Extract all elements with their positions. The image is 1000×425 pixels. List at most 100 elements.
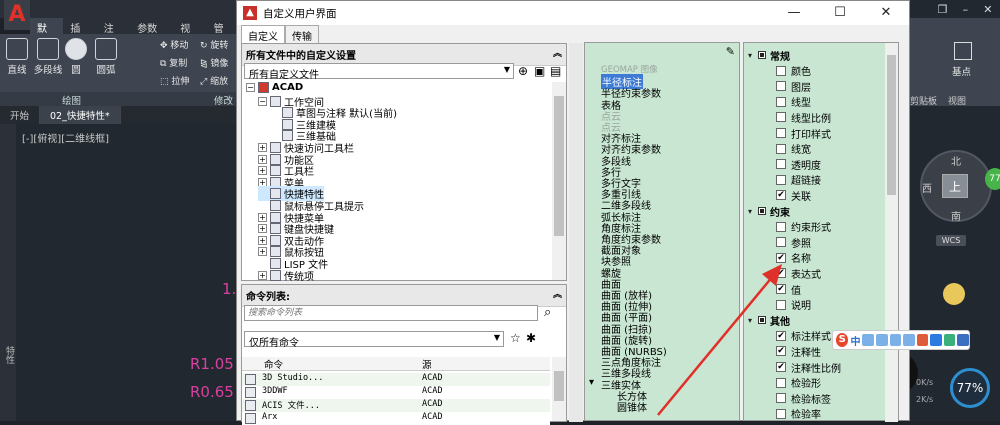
property-item[interactable]: 透明度 [744,156,884,172]
keyboard-icon[interactable] [903,334,915,346]
property-item[interactable]: 超链接 [744,172,884,188]
collapse-tree-icon[interactable]: − [246,83,255,92]
group-arrow-icon[interactable]: ▾ [748,51,758,60]
app-close-icon[interactable]: ✕ [983,3,992,16]
view-panel-title[interactable]: 视图 [948,94,966,107]
wcs-menu[interactable]: WCS [936,235,966,246]
draw-panel-title[interactable]: 绘图 [62,93,81,107]
autocad-logo[interactable]: A [4,0,30,30]
compass-south[interactable]: 南 [951,208,961,223]
property-item[interactable]: 图层 [744,78,884,94]
modify-panel-title[interactable]: 修改 [214,93,233,107]
tab-customize[interactable]: 自定义 [241,25,285,45]
property-item[interactable]: 打印样式 [744,125,884,141]
sogou-input-toolbar[interactable]: S 中 [832,330,970,350]
property-checkbox[interactable]: ✔ [776,190,786,201]
properties-sidebar[interactable]: 特性 [0,124,16,421]
clipboard-panel-title[interactable]: 剪贴板 [910,94,937,107]
tab-transfer[interactable]: 传输 [285,25,319,45]
app-minimize-icon[interactable]: – [963,3,969,16]
punctuation-icon[interactable] [862,334,875,346]
compass-west[interactable]: 西 [922,180,932,195]
rotate-tool[interactable]: ↻ 旋转 [200,38,228,51]
minimize-button[interactable]: — [771,1,817,25]
column-source[interactable]: 源 [422,357,522,371]
shirt-icon[interactable] [930,334,942,346]
search-icon[interactable]: ⌕ [544,305,551,320]
column-command[interactable]: 命令 [242,357,422,371]
wrench-icon[interactable] [957,334,969,346]
property-checkbox[interactable] [776,159,786,170]
property-item[interactable]: 线型 [744,94,884,110]
edit-list-icon[interactable]: ✎ [726,45,735,58]
maximize-button[interactable]: ☐ [817,1,863,25]
command-search-input[interactable] [244,305,538,321]
table-row[interactable]: 3D Studio... ACAD [242,373,550,386]
property-checkbox[interactable] [776,128,786,138]
tree-scrollbar[interactable] [552,82,566,280]
property-item[interactable]: 线宽 [744,141,884,157]
property-checkbox[interactable] [776,81,786,92]
group-checkbox[interactable] [758,51,766,59]
property-item[interactable]: 线型比例 [744,109,884,125]
collapse-tree-icon[interactable]: − [258,96,267,106]
ribbon-tab[interactable]: 插入 [63,18,96,50]
scale-tool[interactable]: ⤢ 缩放 [200,74,228,87]
input-language[interactable]: 中 [850,333,860,348]
drawing-viewport[interactable] [0,124,240,421]
property-checkbox[interactable] [776,221,786,232]
polyline-tool[interactable]: 多段线 [32,38,64,76]
line-tool[interactable]: 直线 [4,38,30,76]
network-speed-meter[interactable]: 77% [950,368,990,408]
property-scrollbar[interactable] [885,43,898,422]
copy-tool[interactable]: ⧉ 复制 [160,56,187,69]
move-tool[interactable]: ✥ 移动 [160,38,188,51]
collapse-icon[interactable]: ︽ [553,46,562,59]
tree-item[interactable]: + 传统项 [258,268,314,283]
stretch-tool[interactable]: ⬚ 拉伸 [160,74,189,87]
file-select[interactable]: 所有自定义文件 ▼ [244,63,514,81]
document-tab[interactable]: 开始 [0,106,41,124]
circle-tool[interactable]: 圆 [64,38,88,76]
object-type-item[interactable]: GEOMAP 图像 [601,63,658,75]
ribbon-tab[interactable]: 默认 [30,18,64,50]
toolbox-icon[interactable] [943,334,956,346]
group-checkbox[interactable] [758,207,766,215]
emoji-icon[interactable] [876,334,888,346]
property-checkbox[interactable] [776,143,786,154]
voice-icon[interactable] [889,334,902,346]
table-row[interactable]: ACIS 文件... ACAD [242,399,550,412]
property-item[interactable]: ✔ 关联 [744,187,884,203]
ribbon-tab[interactable]: 视图 [173,18,206,50]
property-item[interactable]: 颜色 [744,63,884,79]
viewcube-top[interactable]: 上 [942,174,968,198]
collapse-icon[interactable]: ︽ [553,287,562,300]
property-checkbox[interactable] [776,174,786,185]
property-checkbox[interactable] [776,96,786,107]
viewport-label[interactable]: [-][俯视][二维线框] [22,130,109,145]
arc-tool[interactable]: 圆弧 [92,38,120,76]
ribbon-tab[interactable]: 注释 [97,18,130,50]
compass-north[interactable]: 北 [951,153,961,168]
property-item[interactable]: 参照 [744,234,884,250]
save-icon[interactable]: ▣ [534,64,545,78]
expand-arrow-icon[interactable]: ▾ [589,377,594,388]
table-row[interactable]: Arx ACAD [242,412,550,425]
restore-icon[interactable]: ❐ [938,3,948,16]
new-command-icon[interactable]: ✱ [526,331,536,345]
document-tab[interactable]: 02_快捷特性* [40,106,121,124]
tree-item[interactable]: − ACAD [246,82,303,93]
expand-icon[interactable]: + [258,270,267,280]
save-as-icon[interactable]: ▤ [550,64,561,78]
ribbon-tab[interactable]: 参数化 [130,18,173,50]
property-checkbox[interactable] [776,112,786,123]
property-checkbox[interactable] [776,65,786,76]
group-arrow-icon[interactable]: ▾ [748,207,758,216]
close-button[interactable]: ✕ [863,1,909,25]
skin-icon[interactable] [916,334,929,346]
property-group[interactable]: ▾ 常规 [744,47,884,63]
filter-star-icon[interactable]: ☆ [510,331,521,345]
property-checkbox[interactable] [776,237,786,248]
mirror-tool[interactable]: ⧎ 镜像 [200,56,228,69]
base-point-label[interactable]: 基点 [952,64,971,78]
